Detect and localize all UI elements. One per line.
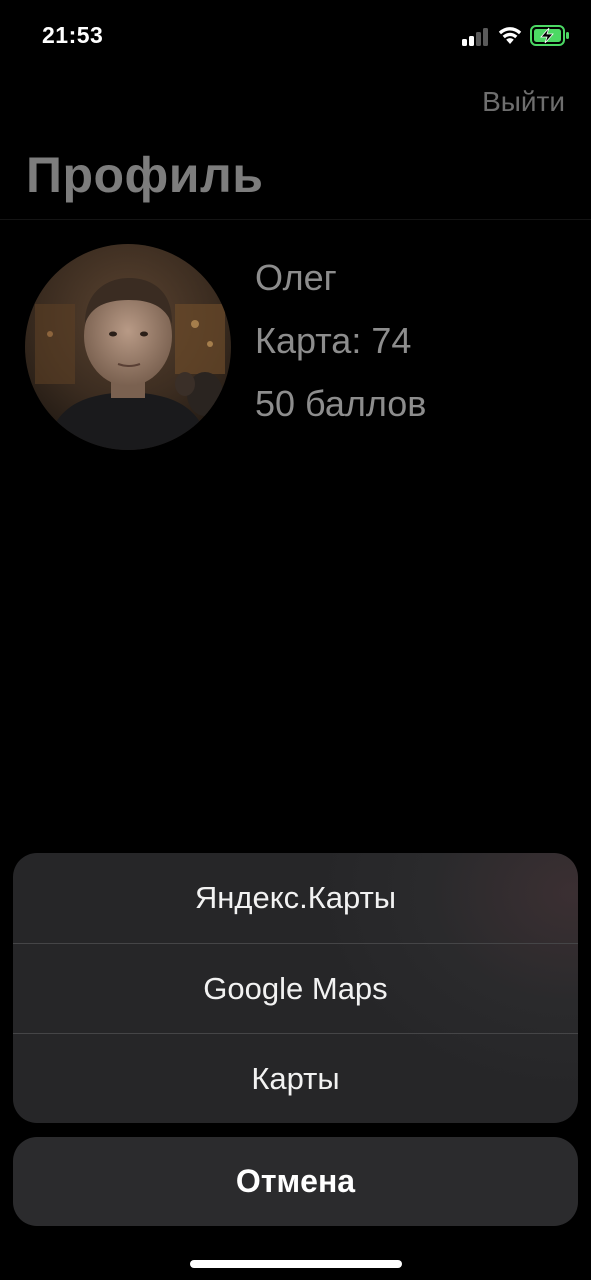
action-google-maps[interactable]: Google Maps <box>13 943 578 1033</box>
wifi-icon <box>498 27 522 44</box>
action-yandex-maps[interactable]: Яндекс.Карты <box>13 853 578 943</box>
status-time: 21:53 <box>42 22 104 48</box>
home-indicator <box>190 1260 402 1268</box>
action-apple-maps[interactable]: Карты <box>13 1033 578 1123</box>
profile-points: 50 баллов <box>255 383 427 424</box>
logout-button[interactable]: Выйти <box>482 86 565 118</box>
title-divider <box>0 219 591 220</box>
action-sheet-options: Яндекс.Карты Google Maps Карты <box>13 853 578 1123</box>
profile-card-number: Карта: 74 <box>255 320 412 361</box>
cancel-button[interactable]: Отмена <box>13 1137 578 1226</box>
avatar-photo <box>25 244 231 450</box>
page-title: Профиль <box>26 147 264 203</box>
profile-name: Олег <box>255 257 337 298</box>
app-screen: 21:53 Выйти Профиль Олег Карта: 74 50 ба… <box>0 0 591 1280</box>
cellular-signal-icon <box>462 28 492 46</box>
avatar <box>25 244 231 450</box>
battery-charging-icon <box>530 25 569 46</box>
status-bar: 21:53 <box>0 0 591 74</box>
